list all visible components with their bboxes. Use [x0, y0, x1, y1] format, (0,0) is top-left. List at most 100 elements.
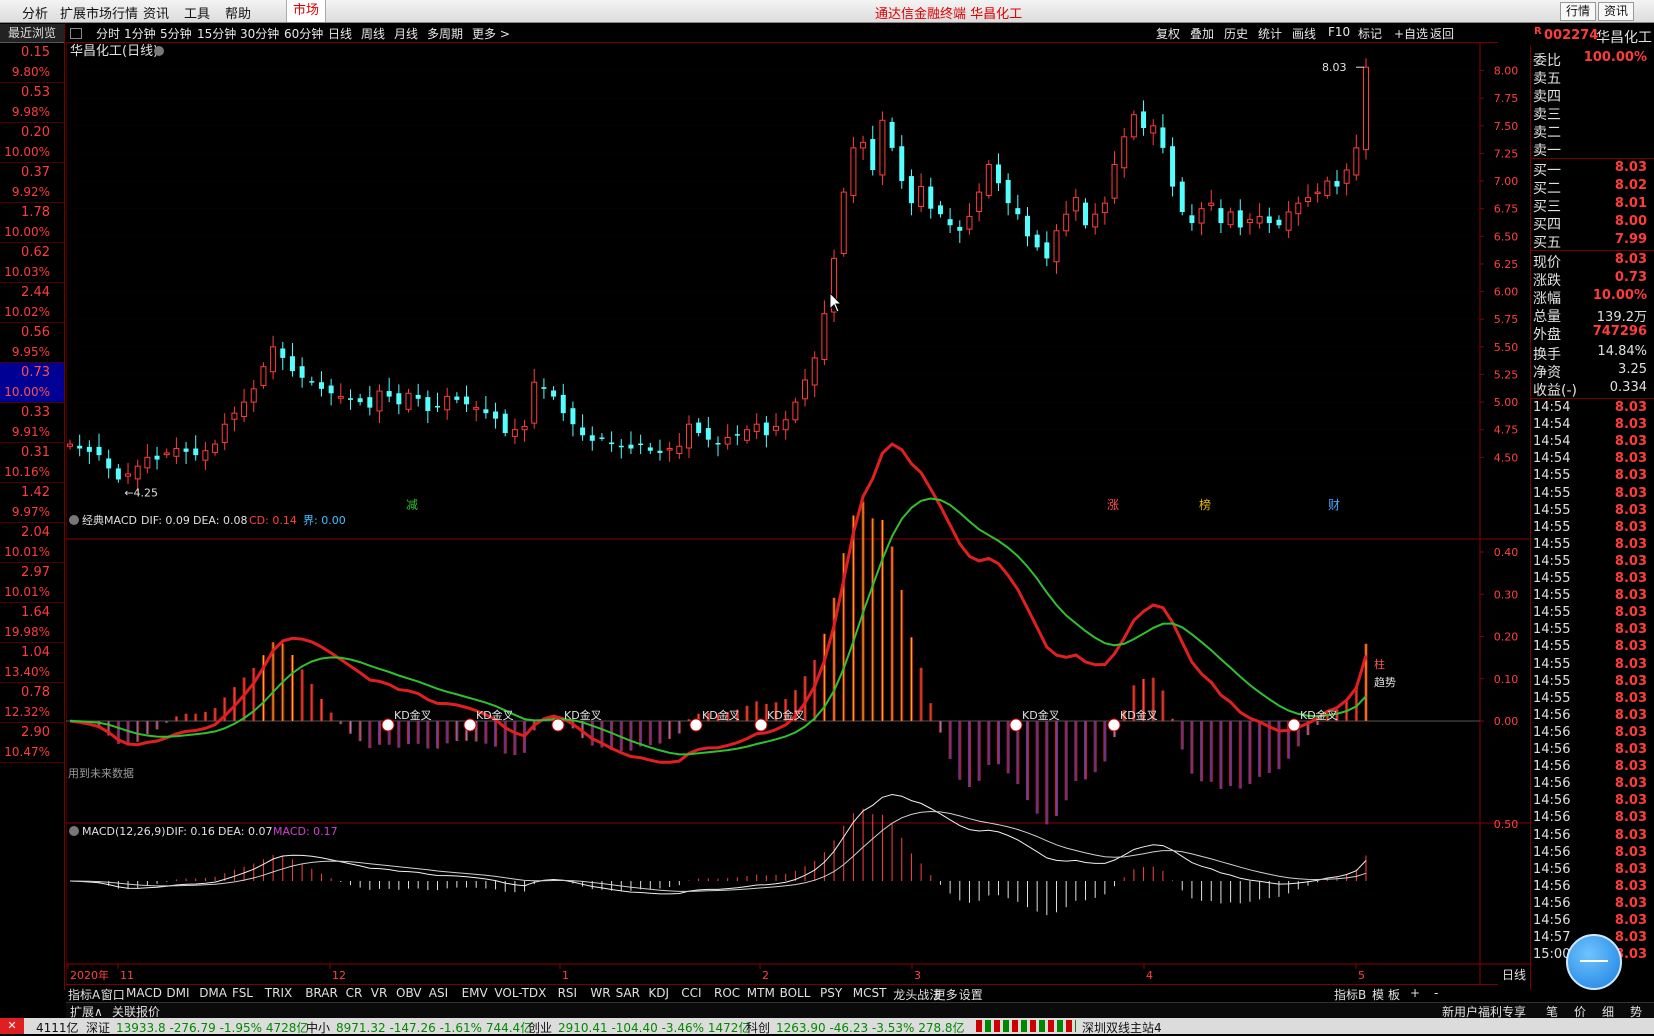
candle-body-up [860, 141, 867, 149]
indicator-tab[interactable]: FSL [232, 986, 253, 1000]
event-marker-list[interactable]: 榜 [1199, 497, 1211, 512]
kd-cross-icon[interactable] [1107, 718, 1121, 732]
period-5min[interactable]: 5分钟 [160, 25, 192, 42]
recent-item[interactable]: 1.04 13.40% [0, 643, 64, 683]
indicator-tab[interactable]: CR [346, 986, 363, 1000]
indicator-tab[interactable]: MCST [853, 986, 887, 1000]
period-30min[interactable]: 30分钟 [240, 25, 279, 42]
indicator-tab[interactable]: 窗口 [101, 986, 125, 1003]
tool-f10[interactable]: F10 [1328, 25, 1350, 39]
indicator-tab[interactable]: RSI [558, 986, 578, 1000]
market-tab[interactable]: 市场 [286, 0, 326, 22]
indicator-right-control[interactable]: 指标B [1334, 986, 1366, 1003]
recent-item[interactable]: 0.31 10.16% [0, 443, 64, 483]
macd2-collapse-icon[interactable] [69, 826, 79, 836]
event-marker-finance[interactable]: 财 [1328, 498, 1340, 512]
tool-draw[interactable]: 画线 [1292, 25, 1316, 42]
recent-item[interactable]: 2.04 10.01% [0, 523, 64, 563]
indicator-tab[interactable]: MTM [747, 986, 775, 1000]
recent-item[interactable]: 2.97 10.01% [0, 563, 64, 603]
tool-back[interactable]: 返回 [1430, 25, 1454, 42]
indicator-tab[interactable]: DMA [199, 986, 227, 1000]
tool-history[interactable]: 历史 [1224, 25, 1248, 42]
indicator-tab[interactable]: BRAR [305, 986, 338, 1000]
indicator-tab[interactable]: KDJ [648, 986, 669, 1000]
recent-item[interactable]: 0.78 12.32% [0, 683, 64, 723]
period-more[interactable]: 更多 > [472, 25, 510, 42]
close-icon[interactable]: ✕ [0, 1018, 24, 1034]
recent-item[interactable]: 0.73 10.00% [0, 363, 64, 403]
tool-add-favorite[interactable]: +自选 [1394, 25, 1428, 42]
indicator-tab[interactable]: DMI [166, 986, 189, 1000]
quote-stat-row-label: 总量 [1533, 309, 1561, 325]
candle-body-down [299, 366, 305, 378]
period-daily[interactable]: 日线 [328, 25, 352, 42]
menu-help[interactable]: 帮助 [225, 3, 251, 22]
tool-adjust[interactable]: 复权 [1156, 25, 1180, 42]
recent-item[interactable]: 0.56 9.95% [0, 323, 64, 363]
tool-overlay[interactable]: 叠加 [1190, 25, 1214, 42]
indicator-tab[interactable]: SAR [616, 986, 640, 1000]
period-timeshare[interactable]: 分时 [96, 25, 120, 42]
tool-mark[interactable]: 标记 [1358, 25, 1382, 42]
recent-item[interactable]: 2.44 10.02% [0, 283, 64, 323]
kd-cross-icon[interactable] [1009, 718, 1023, 732]
indicator-right-control[interactable]: 板 [1388, 986, 1400, 1003]
kd-cross-icon[interactable] [463, 718, 477, 732]
kd-cross-icon[interactable] [381, 718, 395, 732]
indicator-tab[interactable]: WR [590, 986, 610, 1000]
indicator-tab[interactable]: 指标A [68, 986, 100, 1003]
recent-item[interactable]: 1.42 9.97% [0, 483, 64, 523]
floating-assistant-button[interactable] [1566, 934, 1622, 990]
event-marker-rise[interactable]: 涨 [1107, 497, 1119, 512]
recent-item[interactable]: 0.15 9.80% [0, 43, 64, 83]
macd1-collapse-icon[interactable] [69, 515, 79, 525]
recent-item[interactable]: 0.62 10.03% [0, 243, 64, 283]
chart-title-dropdown-icon[interactable] [154, 46, 164, 56]
indicator-tab[interactable]: VOL-TDX [494, 986, 546, 1000]
indicator-tab[interactable]: EMV [462, 986, 488, 1000]
indicator-right-control[interactable]: + [1410, 986, 1420, 1000]
recent-item[interactable]: 2.90 10.47% [0, 723, 64, 763]
quote-button[interactable]: 行情 [1560, 2, 1597, 21]
kline-chart[interactable]: 8.00 7.75 7.50 7.25 7.00 6.75 6.50 6.25 6.00 5.75… [66, 43, 1530, 984]
menu-tools[interactable]: 工具 [184, 3, 210, 22]
layout-toggle-icon[interactable] [70, 28, 82, 39]
recent-item[interactable]: 0.37 9.92% [0, 163, 64, 203]
event-marker-reduce[interactable]: 减 [406, 498, 418, 512]
news-button[interactable]: 资讯 [1598, 2, 1635, 21]
menu-news[interactable]: 资讯 [143, 3, 169, 22]
menu-analysis[interactable]: 分析 [22, 3, 48, 22]
recent-item[interactable]: 0.53 9.98% [0, 83, 64, 123]
indicator-tab[interactable]: PSY [820, 986, 842, 1000]
tool-stats[interactable]: 统计 [1258, 25, 1282, 42]
indicator-tab[interactable]: OBV [396, 986, 422, 1000]
kd-cross-icon[interactable] [1287, 718, 1301, 732]
kd-cross-icon[interactable] [551, 718, 565, 732]
indicator-right-control[interactable]: 模 [1372, 986, 1384, 1003]
indicator-tab[interactable]: VR [371, 986, 388, 1000]
recent-item[interactable]: 0.20 10.00% [0, 123, 64, 163]
period-weekly[interactable]: 周线 [361, 25, 385, 42]
indicator-tab[interactable]: ASI [429, 986, 448, 1000]
recent-item[interactable]: 0.33 9.91% [0, 403, 64, 443]
indicator-tab[interactable]: 设置 [959, 986, 983, 1003]
indicator-tab[interactable]: ROC [714, 986, 740, 1000]
period-monthly[interactable]: 月线 [394, 25, 418, 42]
indicator-tab[interactable]: BOLL [780, 986, 811, 1000]
period-15min[interactable]: 15分钟 [197, 25, 236, 42]
period-multi[interactable]: 多周期 [427, 25, 463, 42]
indicator-tab[interactable]: MACD [126, 986, 162, 1000]
period-60min[interactable]: 60分钟 [284, 25, 323, 42]
indicator-tab[interactable]: 更多 [934, 986, 958, 1003]
recent-item[interactable]: 1.78 10.00% [0, 203, 64, 243]
menu-ext-market[interactable]: 扩展市场行情 [60, 3, 138, 22]
indicator-right-control[interactable]: - [1434, 986, 1438, 1000]
period-1min[interactable]: 1分钟 [124, 25, 156, 42]
indicator-tab[interactable]: TRIX [265, 986, 292, 1000]
indicator-tab[interactable]: CCI [681, 986, 701, 1000]
recent-item[interactable]: 1.64 19.98% [0, 603, 64, 643]
tick-row-label: 14:55 [1533, 639, 1571, 655]
kd-cross-icon[interactable] [689, 718, 703, 732]
kd-cross-icon[interactable] [754, 718, 768, 732]
